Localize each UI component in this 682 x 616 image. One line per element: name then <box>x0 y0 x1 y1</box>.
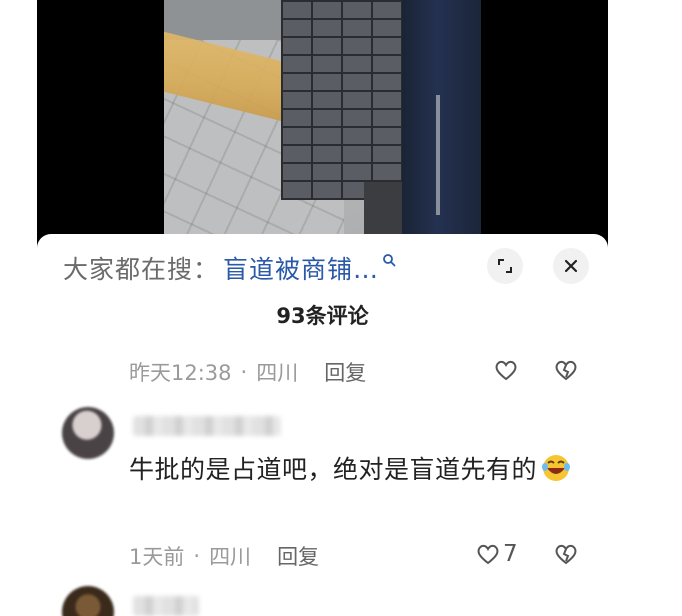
meta-separator: · <box>240 360 248 384</box>
username-blurred[interactable] <box>133 416 281 436</box>
comment-location: 四川 <box>209 545 252 569</box>
trending-search-bar: 大家都在搜： 盲道被商铺… <box>63 250 396 286</box>
broken-heart-icon <box>553 541 579 567</box>
dislike-button[interactable] <box>553 357 579 383</box>
expand-button[interactable] <box>487 248 523 284</box>
meta-separator: · <box>193 544 201 568</box>
comment-time: 昨天12:38 <box>129 361 232 385</box>
comment-meta-row: 1天前 · 四川 回复 <box>129 540 319 572</box>
comment-time: 1天前 <box>129 545 185 569</box>
close-icon <box>563 258 579 274</box>
reply-button[interactable]: 回复 <box>277 541 319 571</box>
rofl-emoji <box>539 453 573 483</box>
like-button[interactable] <box>493 357 519 383</box>
reply-button[interactable]: 回复 <box>324 357 366 387</box>
video-pillar-mark <box>436 95 440 215</box>
close-button[interactable] <box>553 248 589 284</box>
like-count: 7 <box>503 541 518 567</box>
expand-icon <box>496 257 514 275</box>
heart-icon <box>475 541 501 567</box>
heart-icon <box>493 357 519 383</box>
avatar[interactable] <box>62 586 114 616</box>
comment-count-title: 93条评论 <box>276 304 369 328</box>
trending-search-prefix: 大家都在搜： <box>63 255 220 284</box>
dislike-button[interactable] <box>553 541 579 567</box>
video-brick-wall <box>281 0 406 200</box>
comment-text: 牛批的是占道吧，绝对是盲道先有的 <box>129 448 599 492</box>
like-button[interactable]: 7 <box>475 541 518 567</box>
video-frame <box>164 0 481 250</box>
search-icon[interactable] <box>382 253 396 267</box>
avatar[interactable] <box>62 407 114 459</box>
broken-heart-icon <box>553 357 579 383</box>
username-blurred[interactable] <box>133 596 199 616</box>
trending-search-link[interactable]: 盲道被商铺… <box>223 250 379 286</box>
comment-meta-row: 昨天12:38 · 四川 回复 <box>129 356 366 388</box>
comment-body: 牛批的是占道吧，绝对是盲道先有的 <box>129 455 538 484</box>
comment-sheet: 大家都在搜： 盲道被商铺… 93条评论 昨天12:38 · 四川 回复 牛批的是… <box>37 234 608 616</box>
video-player[interactable] <box>37 0 608 250</box>
comment-location: 四川 <box>256 361 299 385</box>
video-pillar <box>402 0 481 234</box>
